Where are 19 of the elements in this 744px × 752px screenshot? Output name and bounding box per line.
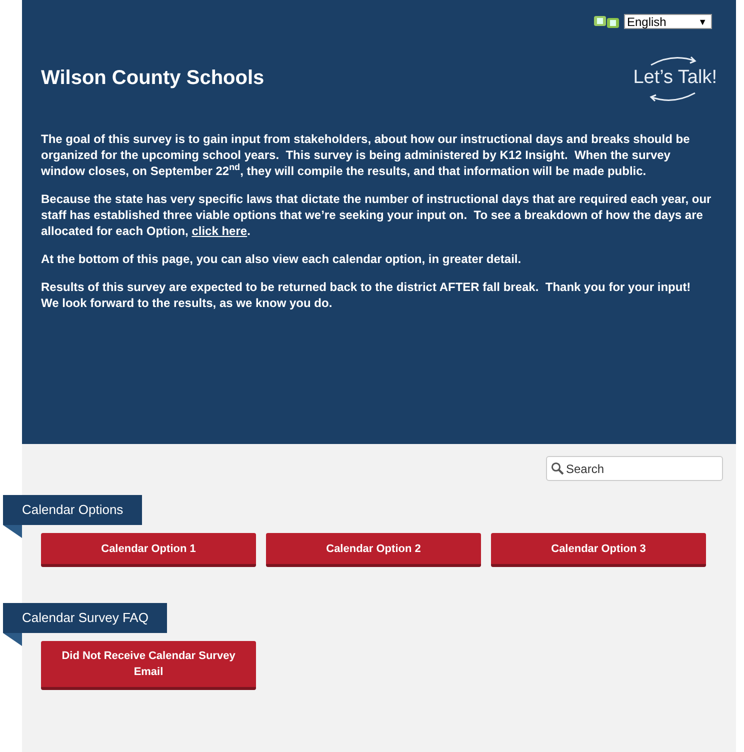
search-icon	[551, 462, 564, 475]
intro-paragraph: The goal of this survey is to gain input from stakeholders, about how our instructional days and breaks should be organized for the upcoming school years. This survey is being administered by K12 Insight. When the survey window closes, on September 22$^{nd}$, they will compile the results, and that information will be made public.	[41, 131, 691, 179]
search-field[interactable]: Search	[546, 456, 723, 481]
translate-icon	[594, 14, 620, 28]
calendar-button[interactable]: Calendar Option 2	[266, 533, 481, 567]
calendar-button[interactable]: Calendar Option 3	[491, 533, 706, 567]
intro-paragraph: Results of this survey are expected to be returned back to the district AFTER fall break. Thank you for your input! We look forward to the results, as we know you do.	[41, 279, 692, 311]
language-select[interactable]: English ▼	[624, 14, 712, 29]
calendar-button[interactable]: Calendar Option 1	[41, 533, 256, 567]
section-ribbon: Calendar Options	[3, 495, 142, 525]
intro-paragraph: At the bottom of this page, you can also view each calendar option, in greater detail.	[41, 251, 522, 267]
section-ribbon: Calendar Survey FAQ	[3, 603, 168, 633]
click-here-link[interactable]: click here	[192, 224, 248, 238]
site-title: Wilson County Schools	[41, 66, 264, 90]
intro-paragraph: Because the state has very specific laws that dictate the number of instructional days that are required each year, our staff has established three viable options that we’re seeking your input on. To see a breakdown of how the days are allocated for each Option, click here.	[41, 191, 712, 239]
calendar-button[interactable]: Did Not Receive Calendar Survey Email	[41, 641, 256, 690]
ribbon-fold-icon	[3, 633, 22, 646]
ribbon-fold-icon	[3, 525, 22, 538]
logo: Let’s Talk!	[633, 53, 717, 103]
